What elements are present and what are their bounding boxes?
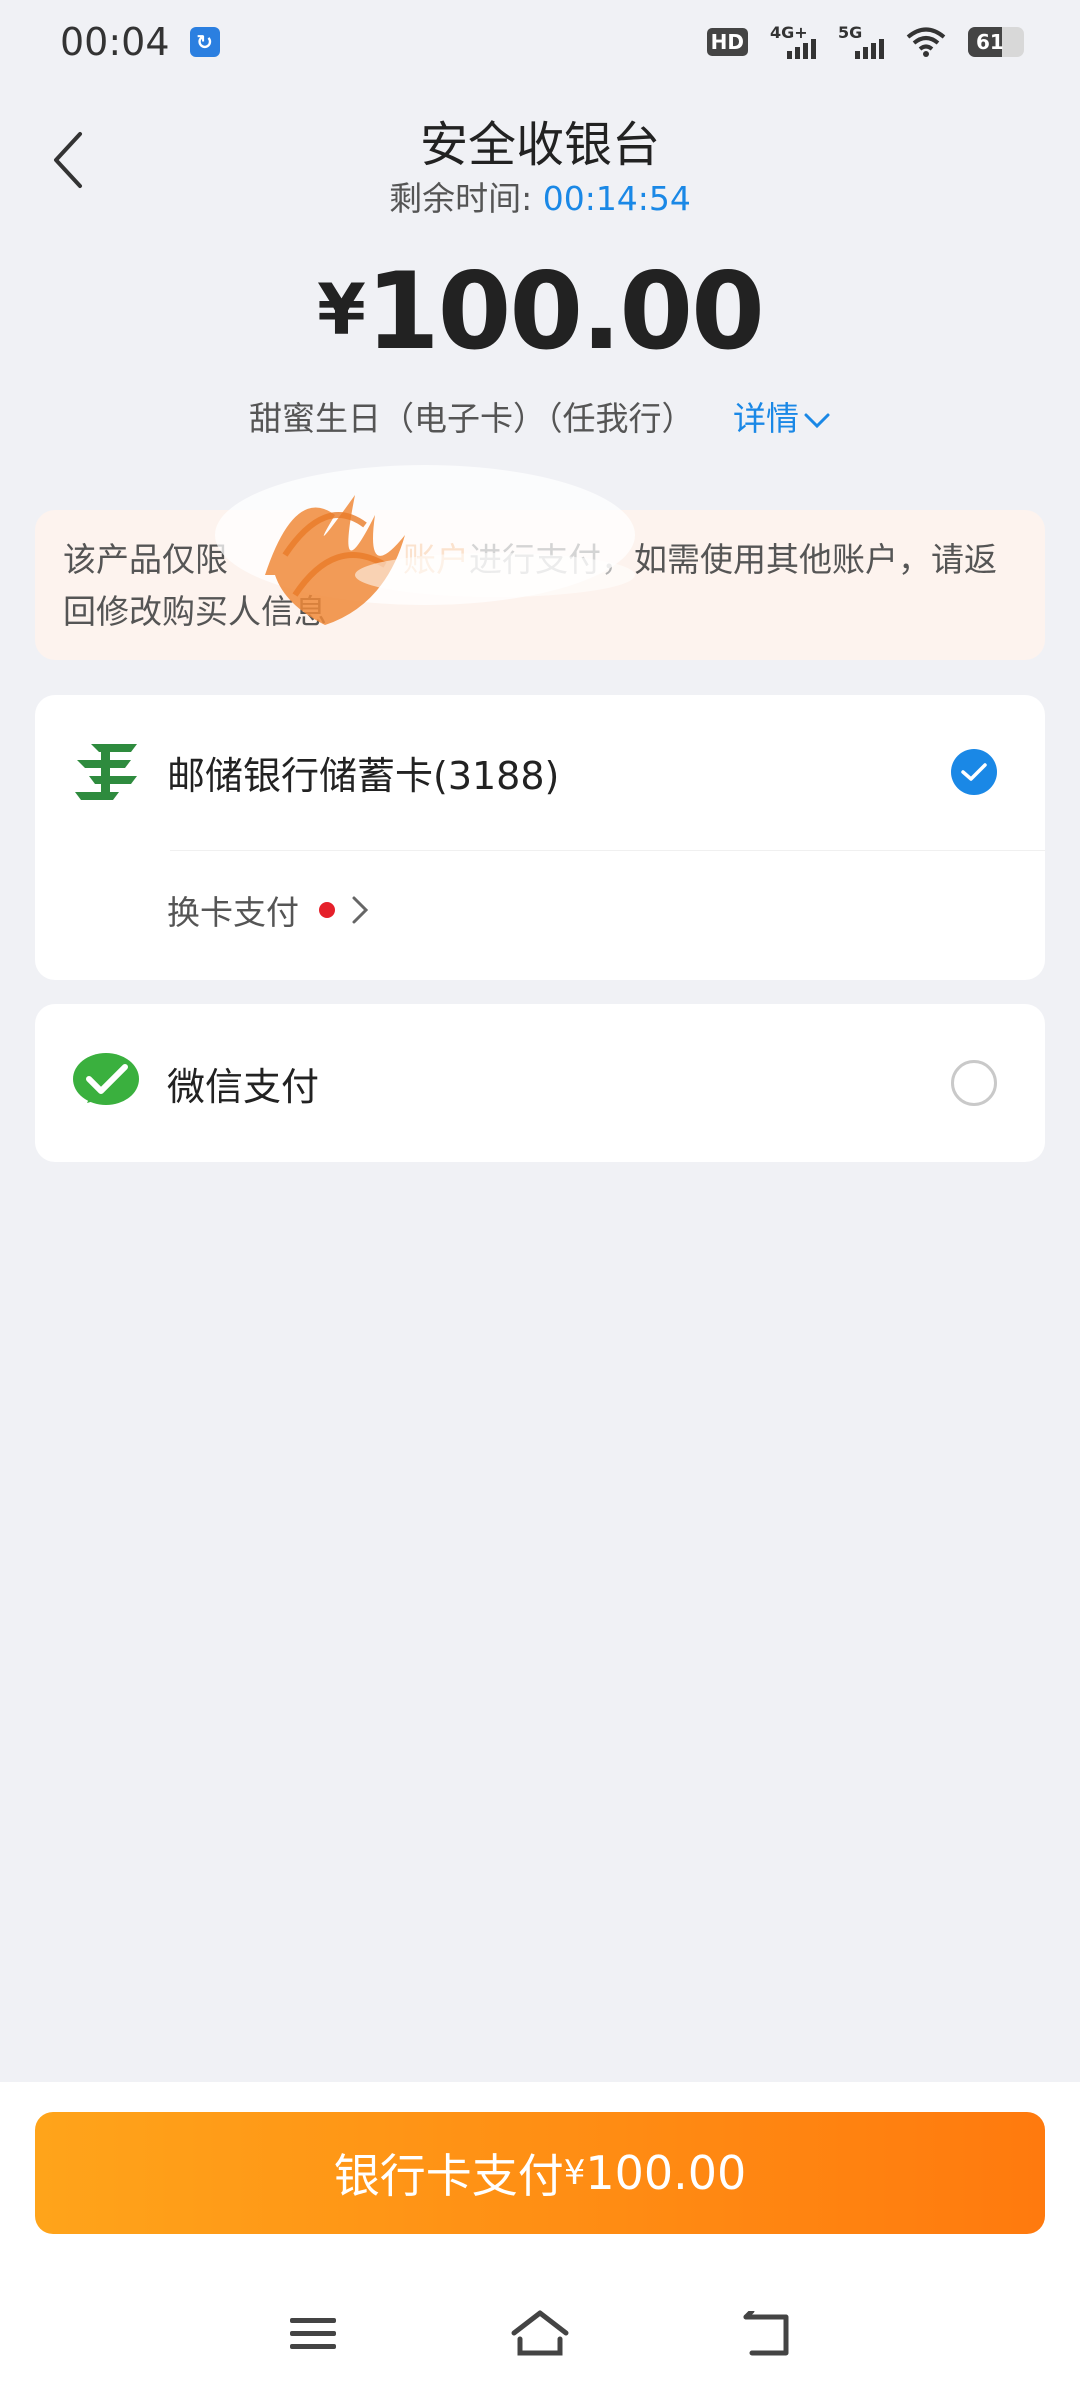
pay-button-currency: ¥ xyxy=(563,2153,586,2193)
detail-link[interactable]: 详情 xyxy=(733,399,831,438)
product-name: 甜蜜生日（电子卡）（任我行） xyxy=(249,399,695,438)
system-navigation-bar xyxy=(0,2294,1080,2374)
payment-notice: 该产品仅限 账户进行支付，如需使用其他账户，请返回修改购买人信息 xyxy=(35,510,1045,660)
payment-option-wechat[interactable]: 微信支付 xyxy=(35,1004,1045,1162)
cellular-4g-icon: 4G+ xyxy=(770,23,816,59)
status-time: 00:04 xyxy=(60,20,170,64)
pay-button-amount: 100.00 xyxy=(585,2146,747,2200)
pay-button-label: 银行卡支付 xyxy=(333,2149,564,2203)
wifi-icon xyxy=(906,27,946,57)
notification-app-icon: ↻ xyxy=(189,27,220,57)
currency-symbol: ¥ xyxy=(317,269,366,351)
hd-icon: HD xyxy=(706,28,748,56)
bank-card-radio-checked[interactable] xyxy=(951,749,997,795)
order-amount: ¥100.00 xyxy=(0,250,1080,373)
back-nav-button[interactable] xyxy=(727,2294,807,2374)
check-icon xyxy=(961,763,987,781)
status-bar: 00:04 ↻ HD 4G+ 5G 61 xyxy=(0,0,1080,84)
battery-level: 61 xyxy=(976,30,1004,54)
countdown: 剩余时间: 00:14:54 xyxy=(0,172,1080,220)
countdown-label: 剩余时间: xyxy=(389,179,533,218)
postal-bank-logo-icon xyxy=(75,744,137,800)
battery-icon: 61 xyxy=(968,27,1024,57)
home-button[interactable] xyxy=(500,2294,580,2374)
menu-icon xyxy=(290,2318,337,2349)
menu-button[interactable] xyxy=(273,2294,353,2374)
wechat-pay-label: 微信支付 xyxy=(167,1064,320,1109)
bottom-panel: 银行卡支付 ¥100.00 xyxy=(0,2082,1080,2400)
amount-value: 100.00 xyxy=(365,250,765,373)
status-icons: HD 4G+ 5G 61 xyxy=(706,23,1024,59)
divider xyxy=(170,850,1045,851)
payment-option-bank-card[interactable]: 邮储银行储蓄卡(3188) 换卡支付 xyxy=(35,695,1045,980)
countdown-value: 00:14:54 xyxy=(542,179,691,218)
switch-card-label: 换卡支付 xyxy=(167,893,299,932)
pay-button[interactable]: 银行卡支付 ¥100.00 xyxy=(35,2112,1045,2234)
notification-dot xyxy=(319,902,335,918)
chevron-right-icon xyxy=(352,896,369,924)
cellular-5g-icon: 5G xyxy=(838,23,884,59)
back-arrow-icon xyxy=(743,2311,789,2356)
product-info: 甜蜜生日（电子卡）（任我行） 详情 xyxy=(0,392,1080,440)
page-title: 安全收银台 xyxy=(419,117,660,173)
switch-card-button[interactable]: 换卡支付 xyxy=(167,870,369,950)
bank-card-label: 邮储银行储蓄卡(3188) xyxy=(167,753,560,798)
chevron-down-icon xyxy=(804,413,830,428)
home-icon xyxy=(511,2310,569,2356)
wechat-pay-radio-unchecked[interactable] xyxy=(951,1060,997,1106)
wechat-pay-icon xyxy=(73,1053,139,1105)
